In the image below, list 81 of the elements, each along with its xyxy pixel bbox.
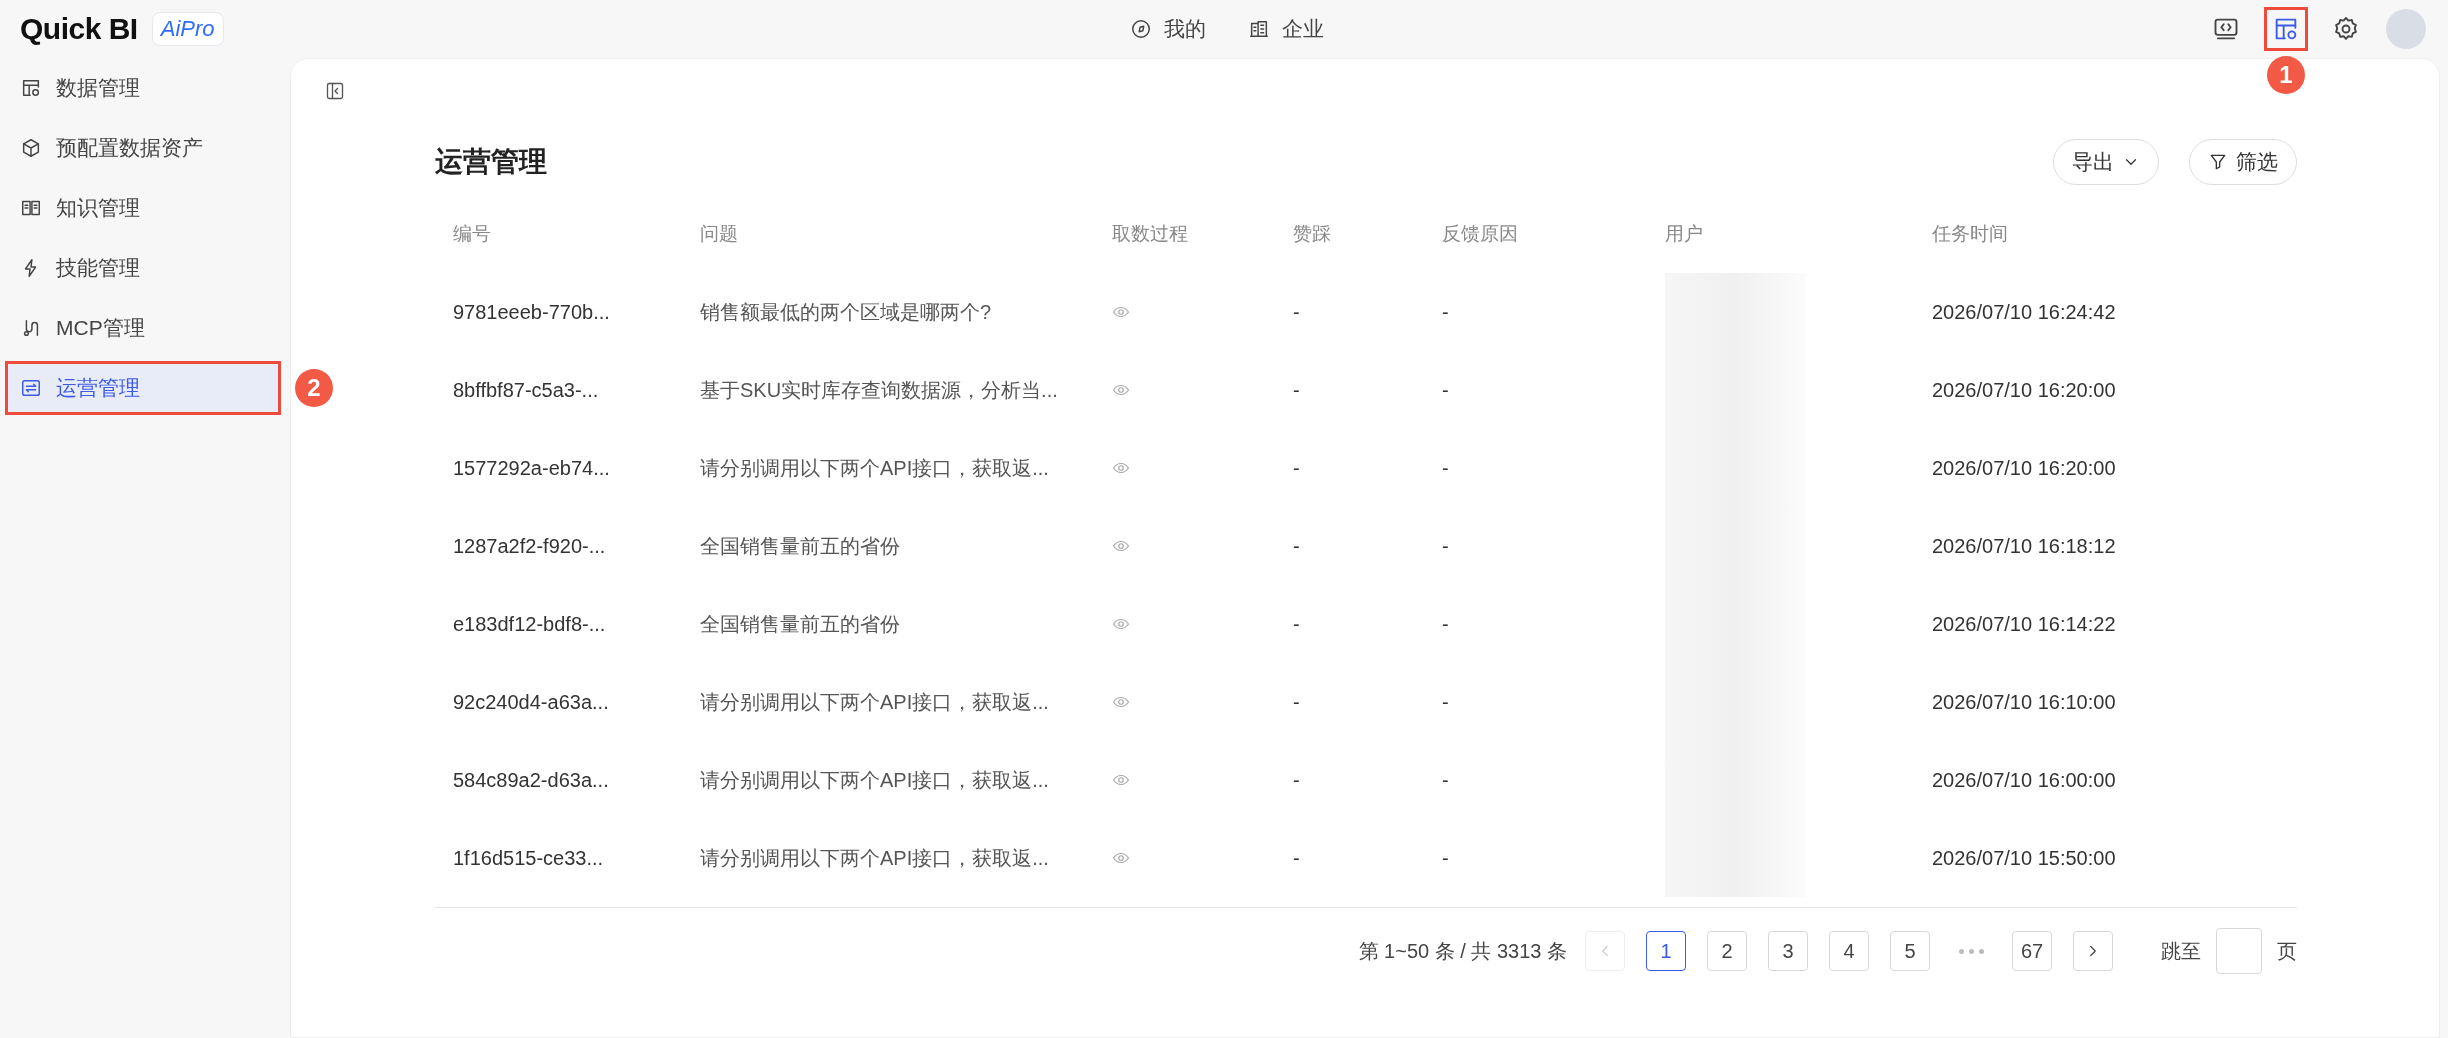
sidebar-item[interactable]: 技能管理 — [8, 244, 278, 292]
table-gear-icon — [20, 77, 42, 99]
table-cell-text: 全国销售量前五的省份 — [699, 611, 901, 637]
table-cell-text: - — [1292, 455, 1301, 481]
sidebar-item[interactable]: 预配置数据资产 — [8, 124, 278, 172]
filter-button[interactable]: 筛选 — [2189, 139, 2297, 185]
table-cell-text: 584c89a2-d63a... — [452, 767, 610, 793]
column-header: 任务时间 — [1931, 222, 2009, 246]
settings-icon — [2332, 15, 2360, 43]
page-title: 运营管理 — [435, 145, 547, 179]
table-cell-text: 2026/07/10 16:00:00 — [1931, 767, 2117, 793]
table-cell-text: - — [1292, 377, 1301, 403]
sidebar-collapse-icon — [325, 81, 345, 101]
table-cell-text: - — [1441, 611, 1450, 637]
building-icon — [1248, 18, 1270, 40]
page-input[interactable] — [2216, 928, 2262, 974]
table-cell-text: 2026/07/10 16:20:00 — [1931, 377, 2117, 403]
table-cell-text: 1577292a-eb74... — [452, 455, 611, 481]
column-header: 编号 — [452, 222, 492, 246]
table-cell-text: - — [1292, 689, 1301, 715]
jump-label: 跳至 — [2161, 938, 2201, 964]
table-cell-text: 1f16d515-ce33... — [452, 845, 605, 871]
table-cell-text: - — [1292, 299, 1301, 325]
nav-link[interactable]: 我的 — [1130, 15, 1206, 43]
table-cell-text: 2026/07/10 15:50:00 — [1931, 845, 2117, 871]
logo-text: Quick BI — [20, 12, 138, 46]
compass-icon — [1130, 18, 1152, 40]
table-cell-text: 请分别调用以下两个API接口，获取返... — [699, 689, 1050, 715]
table-cell-text: - — [1292, 533, 1301, 559]
column-header: 问题 — [699, 222, 739, 246]
table-cell-text: - — [1441, 377, 1450, 403]
page-button[interactable]: 5 — [1890, 931, 1930, 971]
table-cell-text: 销售额最低的两个区域是哪两个? — [699, 299, 993, 325]
table-cell-text: 8bffbf87-c5a3-... — [452, 377, 600, 403]
nav-link[interactable]: 企业 — [1248, 15, 1324, 43]
sidebar-collapse-button[interactable] — [325, 81, 345, 101]
table-cell-text: - — [1292, 767, 1301, 793]
column-header: 取数过程 — [1111, 222, 1189, 246]
cube-icon — [20, 137, 42, 159]
table-cell-text: 92c240d4-a63a... — [452, 689, 610, 715]
table-cell-text: 2026/07/10 16:14:22 — [1931, 611, 2117, 637]
column-header: 用户 — [1664, 222, 1704, 246]
table-cell-text: - — [1292, 845, 1301, 871]
table-cell-text: - — [1441, 845, 1450, 871]
table-cell-text: 2026/07/10 16:20:00 — [1931, 455, 2117, 481]
swap-arrows-icon — [20, 377, 42, 399]
table-cell-text: e183df12-bdf8-... — [452, 611, 607, 637]
filter-icon — [2208, 152, 2228, 172]
page-button[interactable]: 3 — [1768, 931, 1808, 971]
sidebar-item[interactable]: MCP管理 — [8, 304, 278, 352]
table-cell-text: - — [1292, 611, 1301, 637]
page-unit-label: 页 — [2277, 938, 2297, 964]
table-cell-text: - — [1441, 689, 1450, 715]
logo-badge: AiPro — [151, 12, 224, 46]
pagination-summary: 第 1~50 条 / 共 3313 条 — [1358, 938, 1567, 964]
table-cell-text: 9781eeeb-770b... — [452, 299, 611, 325]
table-cell-text: 请分别调用以下两个API接口，获取返... — [699, 767, 1050, 793]
table-cell-text: - — [1441, 299, 1450, 325]
table-cell-text: - — [1441, 533, 1450, 559]
column-header: 赞踩 — [1292, 222, 1332, 246]
sidebar-item[interactable]: 数据管理 — [8, 64, 278, 112]
column-header: 反馈原因 — [1441, 222, 1519, 246]
table-cell-text: 2026/07/10 16:10:00 — [1931, 689, 2117, 715]
table-cell-text: 全国销售量前五的省份 — [699, 533, 901, 559]
avatar[interactable] — [2386, 9, 2426, 49]
table-cell-text: 请分别调用以下两个API接口，获取返... — [699, 845, 1050, 871]
page-button[interactable]: 1 — [1646, 931, 1686, 971]
page-button[interactable]: 4 — [1829, 931, 1869, 971]
table-cell-text: - — [1441, 455, 1450, 481]
table-cell-text: 2026/07/10 16:24:42 — [1931, 299, 2117, 325]
table-cell-text: - — [1441, 767, 1450, 793]
next-page-button[interactable] — [2073, 931, 2113, 971]
table-cell-text: 请分别调用以下两个API接口，获取返... — [699, 455, 1050, 481]
table-cell-text: 1287a2f2-f920-... — [452, 533, 607, 559]
table-cell-text: 基于SKU实时库存查询数据源，分析当... — [699, 377, 1059, 403]
page-button[interactable]: 67 — [2012, 931, 2052, 971]
highlight-frame — [2264, 7, 2308, 51]
export-button[interactable]: 导出 — [2053, 139, 2159, 185]
page-button[interactable]: 2 — [1707, 931, 1747, 971]
table-cell-text: 2026/07/10 16:18:12 — [1931, 533, 2117, 559]
sidebar-item[interactable]: 知识管理 — [8, 184, 278, 232]
